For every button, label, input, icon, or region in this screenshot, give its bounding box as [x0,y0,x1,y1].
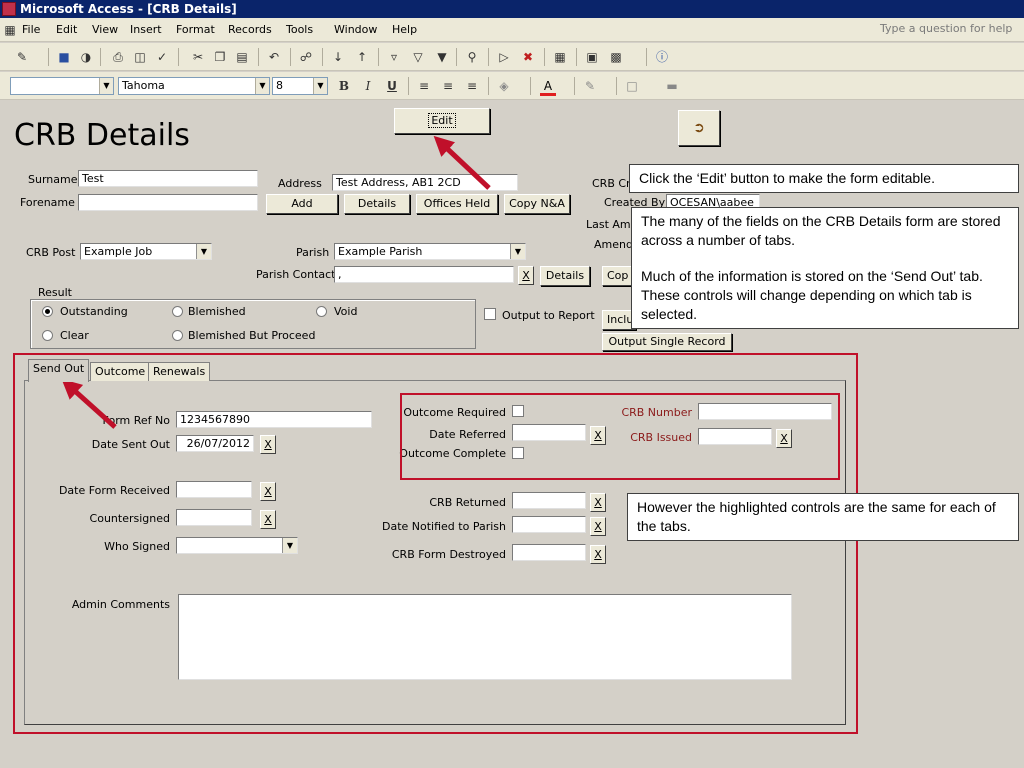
annotation-arrows [61,135,491,429]
edit-arrow [433,135,491,190]
tab-arrow [61,378,117,429]
tab-send-out[interactable]: Send Out [28,359,90,382]
